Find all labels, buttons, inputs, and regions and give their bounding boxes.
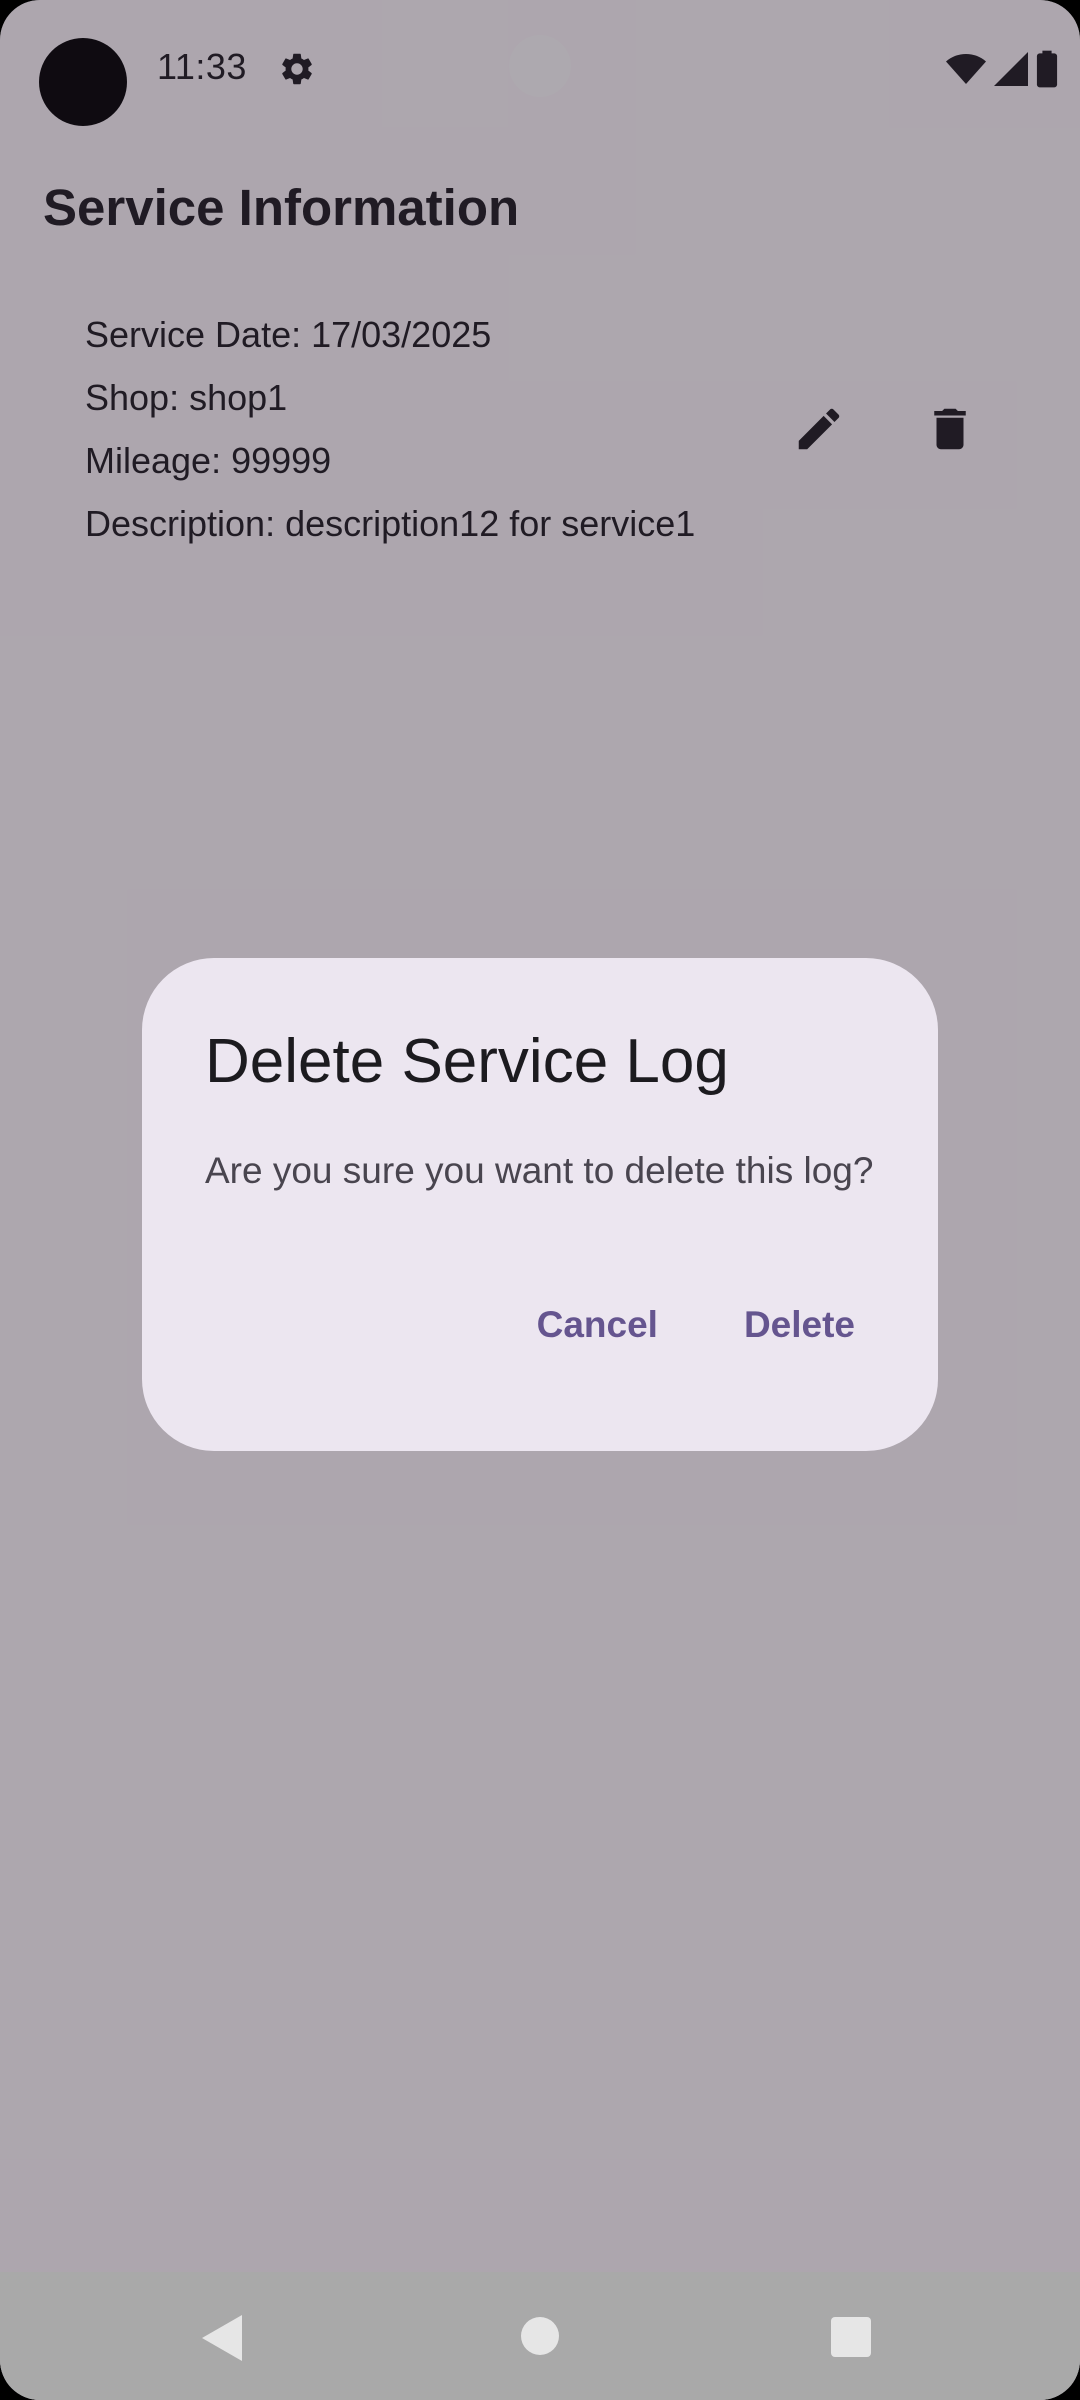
dialog-actions: Cancel Delete — [517, 1294, 875, 1356]
delete-confirmation-dialog: Delete Service Log Are you sure you want… — [142, 958, 938, 1451]
navigation-bar — [0, 2272, 1080, 2400]
confirm-delete-button[interactable]: Delete — [724, 1294, 875, 1356]
cancel-button[interactable]: Cancel — [517, 1294, 678, 1356]
home-icon[interactable] — [521, 2317, 559, 2355]
dialog-title: Delete Service Log — [205, 1027, 729, 1096]
recents-icon[interactable] — [831, 2317, 871, 2357]
app-screen: 11:33 Service Information Service Date: … — [0, 0, 1080, 2400]
back-icon[interactable] — [202, 2315, 242, 2366]
dialog-message: Are you sure you want to delete this log… — [205, 1150, 874, 1191]
